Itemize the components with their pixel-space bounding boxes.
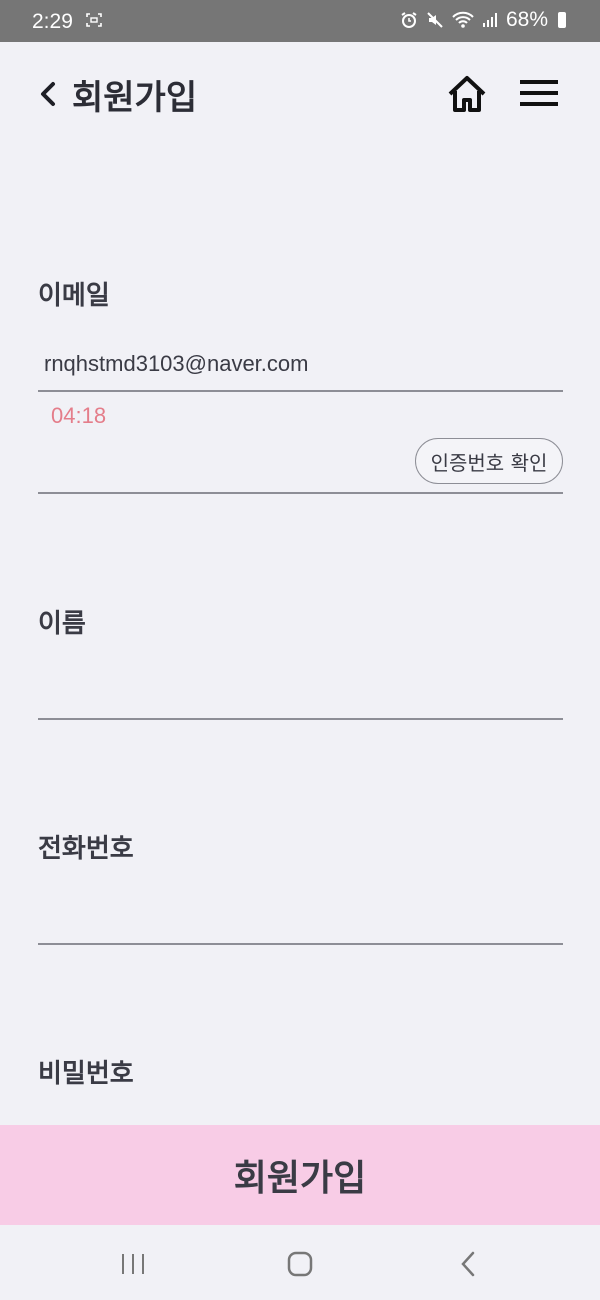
battery-icon xyxy=(558,12,566,28)
screenshot-icon xyxy=(86,13,102,27)
phone-label: 전화번호 xyxy=(38,834,134,864)
back-arrow-icon[interactable] xyxy=(38,80,58,108)
verification-timer: 04:18 xyxy=(51,403,107,428)
signal-icon xyxy=(482,13,497,27)
verify-code-button[interactable]: 인증번호 확인 xyxy=(415,438,563,484)
mute-icon xyxy=(427,12,443,28)
status-bar: 2:29 68% xyxy=(0,0,600,42)
hamburger-menu-icon[interactable] xyxy=(520,78,558,108)
password-label: 비밀번호 xyxy=(38,1059,134,1089)
wifi-icon xyxy=(452,11,474,28)
verification-code-input[interactable] xyxy=(38,492,563,494)
page-title: 회원가입 xyxy=(72,78,198,118)
app-header: 회원가입 xyxy=(0,42,600,142)
alarm-icon xyxy=(401,12,417,28)
email-input[interactable] xyxy=(38,338,563,392)
battery-level: 68% xyxy=(505,8,548,31)
nav-home-icon[interactable] xyxy=(287,1251,313,1277)
recent-apps-icon[interactable] xyxy=(120,1253,146,1275)
email-label: 이메일 xyxy=(38,281,110,311)
nav-back-icon[interactable] xyxy=(458,1250,478,1278)
name-input[interactable] xyxy=(38,665,563,720)
home-icon[interactable] xyxy=(446,74,488,114)
status-time: 2:29 xyxy=(32,10,73,33)
phone-input[interactable] xyxy=(38,890,563,945)
name-label: 이름 xyxy=(38,609,86,639)
signup-submit-button[interactable]: 회원가입 xyxy=(0,1125,600,1225)
